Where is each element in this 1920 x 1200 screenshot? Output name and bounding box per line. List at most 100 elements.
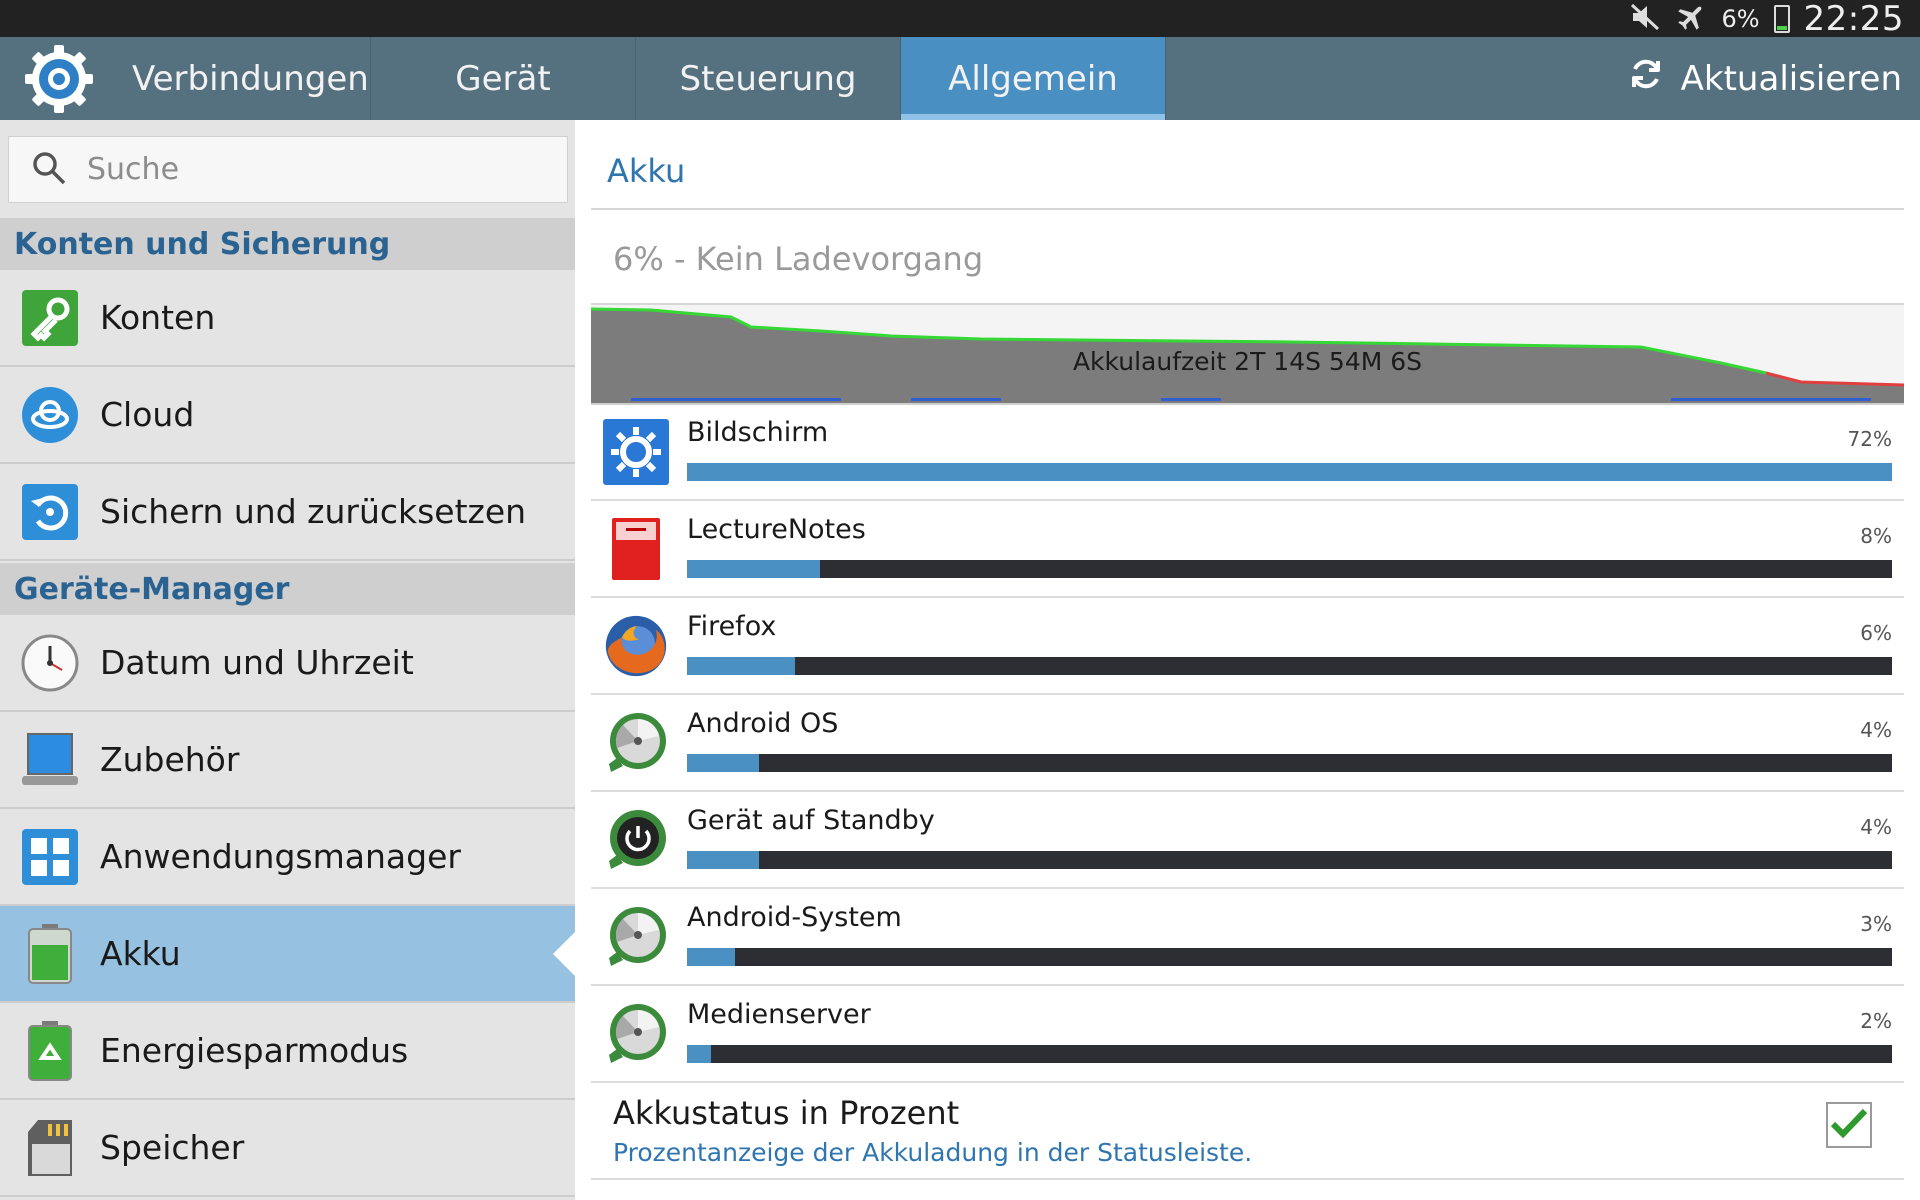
airplane-mode-icon — [1675, 1, 1707, 37]
storage-icon — [0, 1118, 100, 1178]
usage-percent: 6% — [1860, 621, 1892, 645]
usage-bar — [687, 657, 1892, 675]
sidebar-item-energiesparmodus[interactable]: Energiesparmodus — [0, 1003, 575, 1100]
media-server-icon — [603, 1001, 669, 1067]
usage-percent: 8% — [1860, 524, 1892, 548]
tab-label: Gerät — [455, 58, 551, 99]
sidebar-item-label: Sichern und zurücksetzen — [100, 492, 527, 531]
sidebar-item-anwendungsmanager[interactable]: Anwendungsmanager — [0, 809, 575, 906]
usage-percent: 3% — [1860, 912, 1892, 936]
android-os-icon — [603, 710, 669, 776]
backup-icon — [0, 483, 100, 541]
settings-gear-icon[interactable] — [0, 37, 118, 120]
tab-label: Allgemein — [948, 58, 1118, 99]
sidebar-item-label: Zubehör — [100, 740, 240, 779]
usage-bar — [687, 560, 1892, 578]
usage-row-medienserver[interactable]: Medienserver 2% — [591, 987, 1904, 1083]
usage-bar — [687, 948, 1892, 966]
usage-percent: 4% — [1860, 718, 1892, 742]
usage-bar — [687, 851, 1892, 869]
sidebar-item-label: Akku — [100, 934, 181, 973]
usage-bar-fill — [687, 851, 760, 869]
divider — [591, 208, 1904, 210]
refresh-label: Aktualisieren — [1680, 58, 1902, 99]
key-icon — [0, 289, 100, 347]
setting-subtitle: Prozentanzeige der Akkuladung in der Sta… — [613, 1138, 1253, 1167]
usage-bar-fill — [687, 948, 736, 966]
battery-icon — [0, 923, 100, 985]
tab-geraet[interactable]: Gerät — [371, 37, 636, 120]
sidebar-item-zubehoer[interactable]: Zubehör — [0, 712, 575, 809]
usage-row-bildschirm[interactable]: Bildschirm 72% — [591, 405, 1904, 501]
accessory-icon — [0, 732, 100, 788]
usage-row-standby[interactable]: Gerät auf Standby 4% — [591, 793, 1904, 889]
refresh-button[interactable]: Aktualisieren — [1627, 37, 1920, 120]
clock: 22:25 — [1803, 0, 1904, 39]
sidebar-item-label: Cloud — [100, 395, 195, 434]
battery-runtime-label: Akkulaufzeit 2T 14S 54M 6S — [1072, 347, 1423, 376]
status-bar: 6% 22:25 — [0, 0, 1920, 39]
sidebar-item-datum-uhrzeit[interactable]: Datum und Uhrzeit — [0, 615, 575, 712]
sidebar-item-backup[interactable]: Sichern und zurücksetzen — [0, 464, 575, 561]
refresh-icon — [1627, 55, 1665, 102]
battery-percent-checkbox[interactable] — [1826, 1102, 1872, 1148]
firefox-icon — [603, 613, 669, 679]
sidebar-item-label: Datum und Uhrzeit — [100, 643, 414, 682]
app-name: Gerät auf Standby — [687, 805, 935, 836]
usage-bar — [687, 1045, 1892, 1063]
usage-row-android-system[interactable]: Android-System 3% — [591, 890, 1904, 986]
sidebar-item-label: Konten — [100, 298, 216, 337]
cloud-icon — [0, 385, 100, 445]
action-bar: Verbindungen Gerät Steuerung Allgemein A… — [0, 37, 1920, 120]
usage-percent: 72% — [1847, 427, 1892, 451]
page-title: Akku — [607, 152, 686, 190]
usage-bar-fill — [687, 560, 820, 578]
tab-verbindungen[interactable]: Verbindungen — [118, 37, 371, 120]
usage-row-lecturenotes[interactable]: LectureNotes 8% — [591, 502, 1904, 598]
checkmark-icon — [1830, 1107, 1868, 1143]
battery-panel: Akku 6% - Kein Ladevorgang Akkulaufzeit … — [575, 120, 1920, 1200]
usage-row-firefox[interactable]: Firefox 6% — [591, 599, 1904, 695]
usage-bar-fill — [687, 657, 796, 675]
power-saving-icon — [0, 1020, 100, 1082]
tab-steuerung[interactable]: Steuerung — [636, 37, 901, 120]
display-icon — [603, 419, 669, 485]
android-system-icon — [603, 904, 669, 970]
sidebar-item-label: Energiesparmodus — [100, 1031, 409, 1070]
search-icon — [31, 150, 67, 190]
notebook-icon — [603, 516, 669, 582]
sidebar-item-konten[interactable]: Konten — [0, 270, 575, 367]
app-name: Bildschirm — [687, 417, 829, 448]
apps-icon — [0, 828, 100, 886]
sidebar-item-akku[interactable]: Akku — [0, 906, 575, 1003]
tab-label: Verbindungen — [132, 58, 369, 99]
search-input[interactable]: Suche — [8, 136, 568, 203]
usage-percent: 4% — [1860, 815, 1892, 839]
battery-status-text: 6% - Kein Ladevorgang — [613, 240, 984, 278]
sidebar: Suche Konten und Sicherung Konten Cloud … — [0, 120, 575, 1200]
battery-icon — [1773, 4, 1790, 33]
usage-row-android-os[interactable]: Android OS 4% — [591, 696, 1904, 792]
usage-bar — [687, 463, 1892, 481]
battery-percent: 6% — [1721, 4, 1760, 33]
section-header-konten: Konten und Sicherung — [0, 218, 575, 270]
section-header-geraete-manager: Geräte-Manager — [0, 563, 575, 615]
setting-title: Akkustatus in Prozent — [613, 1094, 960, 1132]
sidebar-item-cloud[interactable]: Cloud — [0, 367, 575, 464]
battery-percent-setting[interactable]: Akkustatus in Prozent Prozentanzeige der… — [591, 1080, 1904, 1180]
sidebar-item-label: Anwendungsmanager — [100, 837, 461, 876]
search-placeholder: Suche — [87, 152, 180, 187]
battery-history-graph[interactable]: Akkulaufzeit 2T 14S 54M 6S — [590, 305, 1905, 405]
tab-allgemein[interactable]: Allgemein — [901, 37, 1166, 120]
sidebar-item-speicher[interactable]: Speicher — [0, 1100, 575, 1197]
usage-bar-fill — [687, 754, 760, 772]
mute-icon — [1629, 2, 1661, 36]
app-name: Android OS — [687, 708, 839, 739]
standby-icon — [603, 807, 669, 873]
app-name: Firefox — [687, 611, 777, 642]
usage-percent: 2% — [1860, 1009, 1892, 1033]
usage-bar-fill — [687, 1045, 712, 1063]
tab-label: Steuerung — [679, 58, 857, 99]
app-name: LectureNotes — [687, 514, 866, 545]
sidebar-item-label: Speicher — [100, 1128, 245, 1167]
